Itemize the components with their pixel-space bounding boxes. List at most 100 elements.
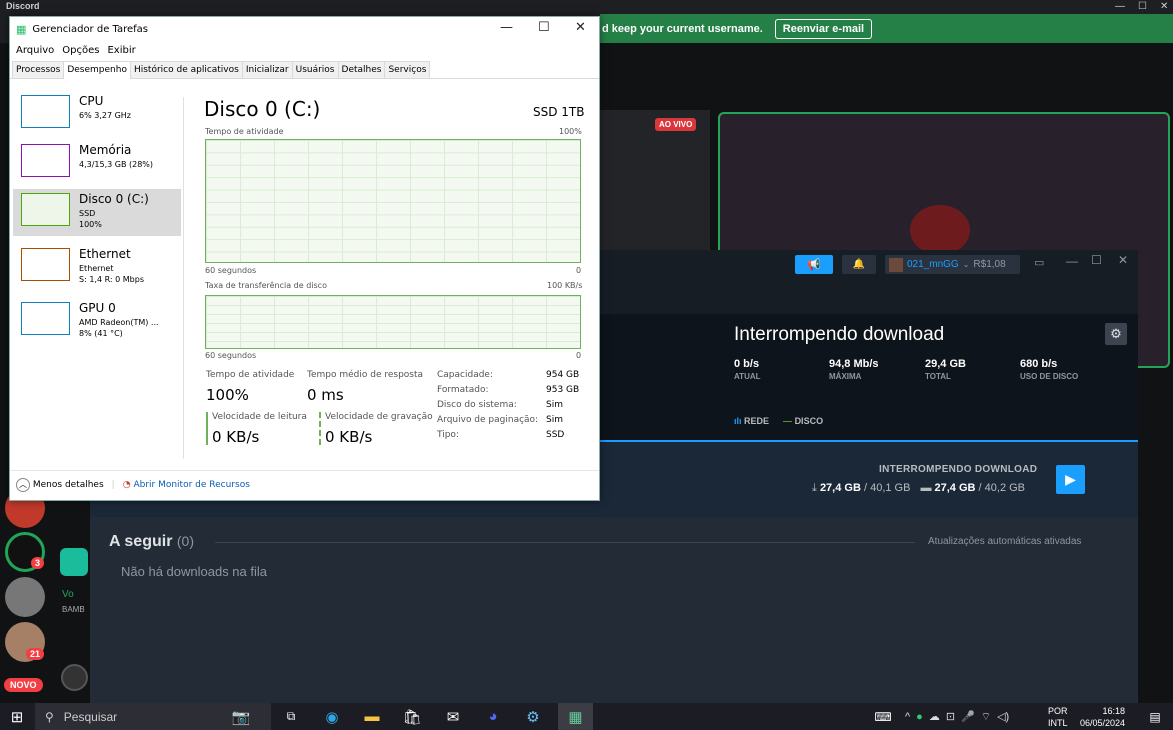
tab-bar: Processos Desempenho Histórico de aplica… [10,61,599,79]
maximize-icon[interactable]: ☐ [1138,0,1147,13]
maximize-icon[interactable]: ☐ [1091,253,1102,267]
resume-download-button[interactable]: ▶ [1056,465,1085,494]
network-icon: ⊡ [945,711,956,723]
voice-channel-label: Vo [62,589,74,600]
megaphone-icon[interactable]: 📢 [795,255,833,274]
file-explorer-icon[interactable]: ▬ [357,703,387,730]
active-time-graph [205,139,581,263]
sidebar-item-gpu[interactable]: GPU 0 AMD Radeon(TM) ... 8% (41 °C) [13,298,181,345]
gear-icon[interactable]: ⚙ [1105,323,1127,345]
graph-legend: ılı REDE — DISCO [734,416,823,426]
write-indicator [319,412,321,445]
steam-account-menu[interactable]: 021_mnGG ⌄ R$1,08 [885,255,1020,274]
keyboard-icon[interactable]: ⌨ [868,703,898,730]
legend-disk[interactable]: — DISCO [783,416,823,426]
auto-updates-link[interactable]: Atualizações automáticas ativadas [928,536,1081,547]
mention-badge: 21 [26,648,45,660]
menu-view[interactable]: Exibir [107,45,135,56]
notification-icon[interactable]: ▤ [1140,703,1170,730]
status-dot-icon: ● [916,710,923,723]
divider [183,97,184,459]
language-indicator[interactable]: POR INTL [1048,705,1068,729]
menu-bar: Arquivo Opções Exibir [10,41,599,59]
tab-performance[interactable]: Desempenho [63,61,131,79]
mail-icon[interactable]: ✉ [438,703,468,730]
steam-icon[interactable]: ⚙ [518,703,548,730]
download-title: Interrompendo download [734,324,945,345]
resource-monitor-icon: ◔ [122,479,131,490]
server-icon-gray[interactable] [5,577,45,617]
write-speed-value: 0 KB/s [325,428,373,446]
tab-processes[interactable]: Processos [12,61,65,78]
channel-icon[interactable] [60,548,88,576]
clock[interactable]: 16:18 06/05/2024 [1080,705,1125,729]
minimize-icon[interactable]: — [1066,254,1078,268]
sidebar-item-ethernet[interactable]: Ethernet Ethernet S: 1,4 R: 0 Mbps [13,244,181,291]
maximize-icon[interactable]: ☐ [538,20,550,35]
download-progress: ⤓ 27,4 GB / 40,1 GB ▬ 27,4 GB / 40,2 GB [812,482,1025,495]
line-icon: — [783,416,793,426]
disk-properties-keys: Capacidade: Formatado: Disco do sistema: Ar… [437,370,539,440]
download-amount: ⤓ 27,4 GB / 40,1 GB [812,482,911,494]
tab-details[interactable]: Detalhes [337,61,386,78]
bar-chart-icon: ılı [734,416,742,426]
download-icon: ⤓ [812,482,817,494]
edge-icon[interactable]: ◉ [317,703,347,730]
sidebar-item-memory[interactable]: Memória 4,3/15,3 GB (28%) [13,140,181,187]
cpu-mini-graph [21,95,70,128]
stat-current: 0 b/s ATUAL [734,358,761,381]
discord-icon[interactable]: ◕ [478,703,508,730]
menu-file[interactable]: Arquivo [16,45,54,56]
chevron-down-icon: ⌄ [962,260,970,269]
tab-users[interactable]: Usuários [291,61,339,78]
task-view-icon[interactable]: ⧉ [276,703,306,730]
chevron-up-icon: ︿ [16,477,30,492]
close-icon[interactable]: ✕ [575,20,586,35]
live-stream-tile[interactable] [600,110,710,250]
tab-startup[interactable]: Inicializar [241,61,293,78]
avatar [910,205,970,255]
graph1-min: 0 [576,266,582,275]
task-manager-icon: ▦ [16,22,27,36]
search-placeholder: Pesquisar [63,709,118,724]
mention-badge: 3 [31,557,45,569]
stat-total: 29,4 GB TOTAL [925,358,966,381]
store-icon[interactable]: 🛍 [397,703,427,730]
minimize-icon[interactable]: — [500,20,513,35]
user-avatar[interactable] [61,664,88,691]
stat-disk-usage: 680 b/s USO DE DISCO [1020,358,1079,381]
search-camera-icon[interactable]: 📷 [226,703,256,730]
tab-app-history[interactable]: Histórico de aplicativos [129,61,243,78]
gpu-mini-graph [21,302,70,335]
disk-model: SSD 1TB [533,105,585,119]
task-manager-taskbar-icon[interactable]: ▦ [558,703,593,730]
graph2-max: 100 KB/s [547,281,583,290]
legend-network[interactable]: ılı REDE [734,416,769,426]
fewer-details-button[interactable]: ︿ Menos detalhes [16,477,104,492]
menu-options[interactable]: Opções [62,45,99,56]
monitor-icon[interactable]: ▭ [1034,256,1044,269]
resend-email-button[interactable]: Reenviar e-mail [774,18,873,39]
sidebar-item-disk[interactable]: Disco 0 (C:) SSD 100% [13,189,181,236]
system-tray[interactable]: ^ ● ☁ ⊡ 🎤 ⌔ ◁) [905,703,1035,730]
discord-titlebar: Discord — ☐ ✕ [0,0,1173,14]
tab-services[interactable]: Serviços [384,61,431,78]
search-icon: ⚲ [45,709,54,724]
tm-footer: ︿ Menos detalhes | ◔ Abrir Monitor de Re… [10,470,599,498]
close-icon[interactable]: ✕ [1118,253,1128,267]
avatar [889,257,903,272]
windows-start-icon[interactable]: ⊞ [2,703,32,730]
graph2-time: 60 segundos [205,351,257,360]
disk-amount: ▬ 27,4 GB / 40,2 GB [920,482,1026,494]
resource-monitor-link[interactable]: ◔ Abrir Monitor de Recursos [123,480,250,490]
server-name-label: BAMB [62,605,85,614]
active-time-value: 100% [206,386,249,404]
weather-icon: ☁ [928,711,940,723]
sidebar-item-cpu[interactable]: CPU 6% 3,27 GHz [13,91,181,138]
bell-icon[interactable]: 🔔 [842,255,876,274]
close-icon[interactable]: ✕ [1160,0,1168,13]
minimize-icon[interactable]: — [1115,0,1125,13]
download-status: INTERROMPENDO DOWNLOAD [879,464,1038,475]
disk-icon: ▬ [920,482,932,494]
wallet-balance: R$1,08 [973,259,1006,270]
